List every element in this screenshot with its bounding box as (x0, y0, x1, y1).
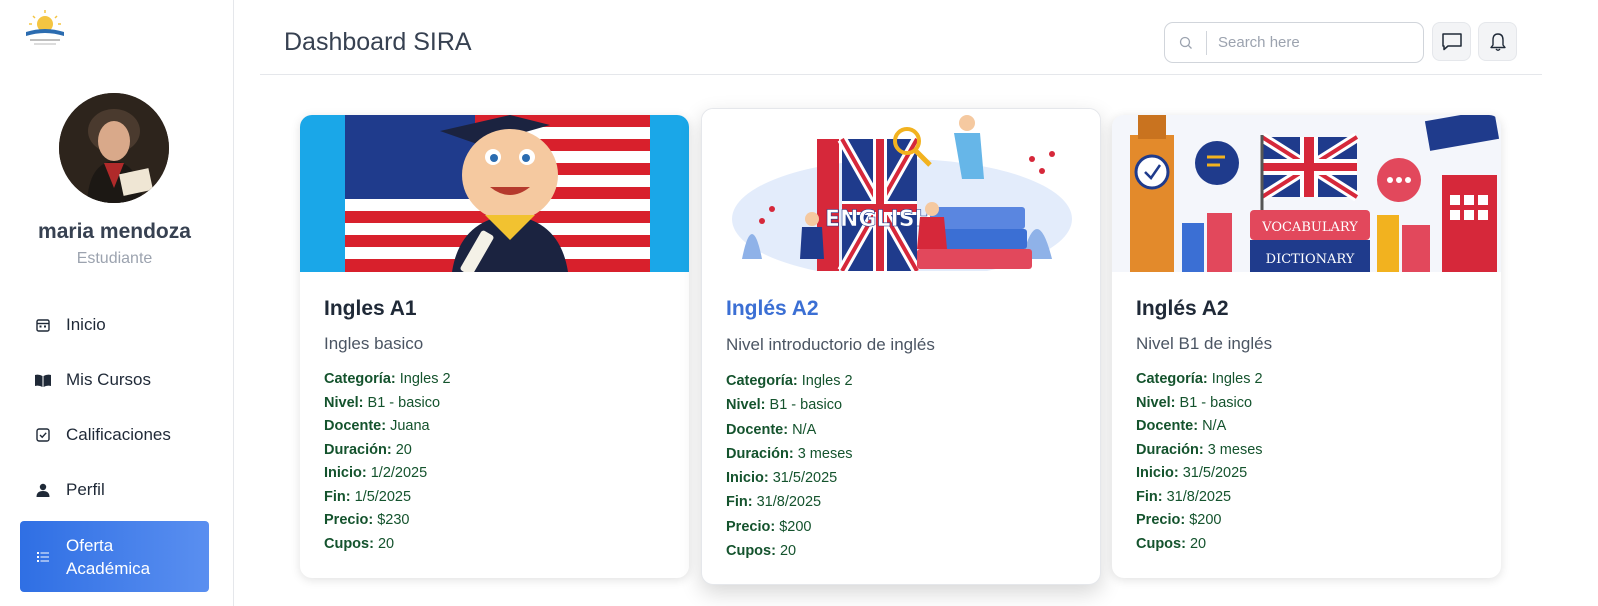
checkbox-icon (20, 428, 66, 442)
detail-row: Nivel: B1 - basico (324, 394, 441, 411)
course-subtitle: Nivel introductorio de inglés (726, 335, 935, 354)
detail-row: Duración: 3 meses (726, 445, 853, 462)
book-icon (20, 374, 66, 387)
user-name: maria mendoza (38, 220, 191, 243)
chat-icon (1441, 33, 1462, 51)
detail-row: Docente: Juana (324, 418, 430, 434)
svg-text:DICTIONARY: DICTIONARY (1266, 252, 1355, 267)
nav-label: Perfil (66, 480, 105, 499)
detail-row: Precio: $230 (324, 512, 410, 528)
detail-row: Cupos: 20 (1136, 535, 1207, 552)
search-icon (1165, 30, 1207, 55)
course-subtitle: Nivel B1 de inglés (1136, 334, 1273, 353)
svg-text:ENGLISH: ENGLISH (825, 207, 933, 232)
detail-row: Docente: N/A (1136, 418, 1227, 434)
page-title: Dashboard SIRA (284, 28, 472, 56)
nav-label: Mis Cursos (66, 370, 152, 389)
nav-item-mis-cursos[interactable]: Mis Cursos (20, 357, 209, 403)
detail-row: Precio: $200 (1136, 512, 1222, 528)
calendar-icon (20, 318, 66, 332)
course-title: Inglés A2 (726, 297, 819, 320)
detail-row: Cupos: 20 (324, 535, 395, 552)
detail-row: Categoría: Ingles 2 (1136, 371, 1263, 387)
nav-label: Calificaciones (66, 425, 171, 444)
course-details: Categoría: Ingles 2 Nivel: B1 - basico D… (324, 371, 451, 559)
detail-row: Duración: 3 meses (1136, 441, 1263, 458)
detail-row: Nivel: B1 - basico (726, 397, 843, 414)
course-image: ENGLISH (702, 109, 1100, 271)
person-icon (20, 483, 66, 497)
list-icon (20, 551, 66, 562)
course-card[interactable]: VOCABULARY DICTIONARY Inglés A2 Nivel B1… (1112, 115, 1501, 578)
messages-button[interactable] (1432, 22, 1471, 61)
school-logo[interactable] (20, 8, 70, 48)
detail-row: Categoría: Ingles 2 (726, 373, 853, 389)
nav-item-calificaciones[interactable]: Calificaciones (20, 412, 209, 458)
course-card[interactable]: Ingles A1 Ingles basico Categoría: Ingle… (300, 115, 689, 578)
course-card-highlighted[interactable]: ENGLISH Inglés A2 Nivel introductorio de… (701, 108, 1101, 585)
detail-row: Inicio: 31/5/2025 (1136, 465, 1248, 481)
detail-row: Categoría: Ingles 2 (324, 371, 451, 387)
nav-label: Oferta Académica (66, 535, 151, 578)
detail-row: Nivel: B1 - basico (1136, 394, 1253, 411)
course-title: Inglés A2 (1136, 297, 1229, 320)
course-details: Categoría: Ingles 2 Nivel: B1 - basico D… (1136, 371, 1263, 559)
detail-row: Inicio: 31/5/2025 (726, 470, 838, 487)
bell-icon (1489, 32, 1506, 51)
detail-row: Fin: 31/8/2025 (726, 494, 822, 511)
nav-item-oferta-academica[interactable]: Oferta Académica (20, 521, 209, 592)
search-input[interactable] (1207, 34, 1407, 51)
detail-row: Inicio: 1/2/2025 (324, 465, 428, 481)
course-image (300, 115, 689, 272)
detail-row: Cupos: 20 (726, 543, 797, 560)
course-title: Ingles A1 (324, 297, 417, 320)
svg-text:VOCABULARY: VOCABULARY (1261, 220, 1358, 235)
detail-row: Precio: $200 (726, 518, 812, 535)
search-box[interactable] (1164, 22, 1424, 63)
nav-label: Inicio (66, 315, 106, 334)
detail-row: Fin: 31/8/2025 (1136, 488, 1232, 505)
course-details: Categoría: Ingles 2 Nivel: B1 - basico D… (726, 373, 853, 567)
top-bar: Dashboard SIRA (260, 0, 1542, 75)
avatar (59, 93, 169, 203)
detail-row: Duración: 20 (324, 441, 412, 458)
nav-item-inicio[interactable]: Inicio (20, 302, 209, 348)
notifications-button[interactable] (1478, 22, 1517, 61)
sidebar: maria mendoza Estudiante Inicio Mis Curs… (0, 0, 234, 606)
user-role: Estudiante (76, 250, 153, 267)
detail-row: Docente: N/A (726, 421, 817, 438)
nav-item-perfil[interactable]: Perfil (20, 467, 209, 513)
course-subtitle: Ingles basico (324, 334, 424, 353)
course-image: VOCABULARY DICTIONARY (1112, 115, 1501, 272)
detail-row: Fin: 1/5/2025 (324, 488, 412, 505)
